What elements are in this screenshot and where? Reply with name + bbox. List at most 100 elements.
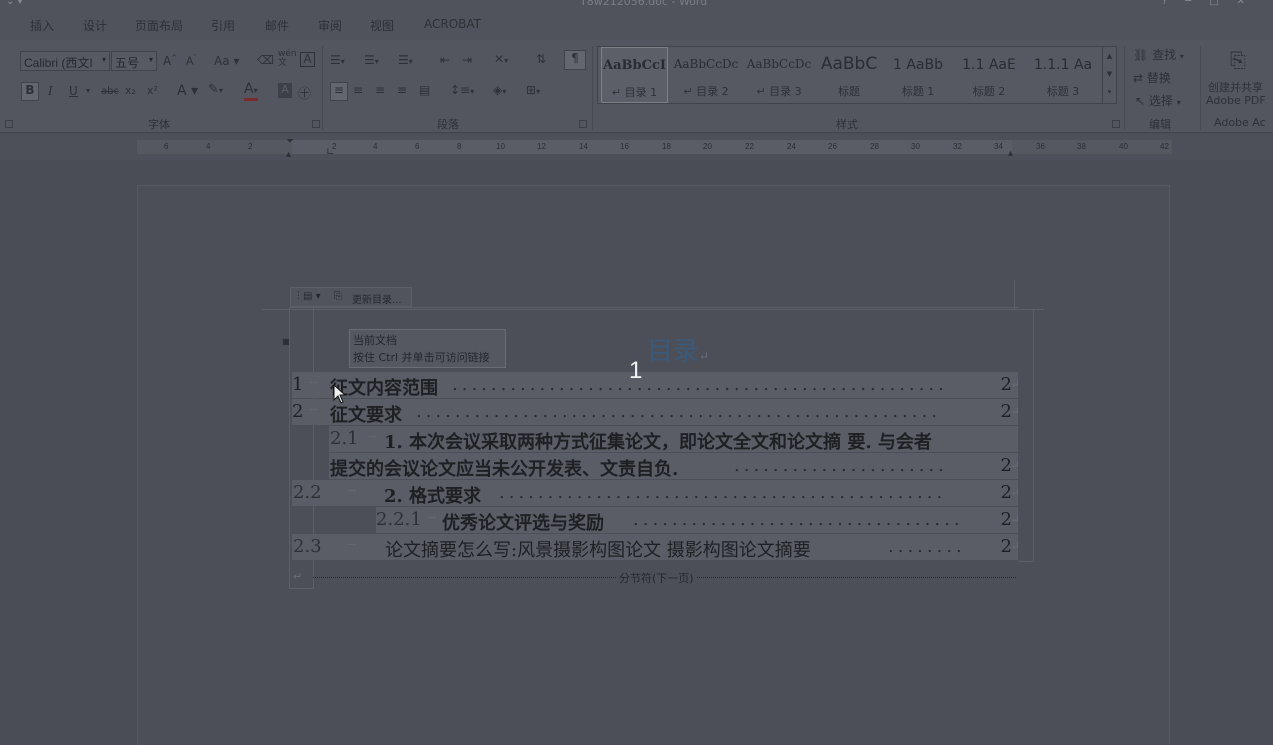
- toc-entry-text: 2. 格式要求: [384, 486, 482, 506]
- style-name: 标题: [838, 85, 860, 98]
- strikethrough-button[interactable]: abc: [101, 86, 119, 97]
- style-heading-2[interactable]: 1.1 AaE 标题 2: [954, 47, 1024, 103]
- tab-stop-icon[interactable]: ∟: [326, 147, 334, 158]
- update-toc-icon[interactable]: ⎘: [334, 291, 342, 302]
- tab-design[interactable]: 设计: [83, 17, 107, 34]
- tab-view[interactable]: 视图: [370, 17, 394, 34]
- underline-button[interactable]: U: [69, 84, 78, 98]
- window-title: T8w212056.doc - Word: [580, 0, 708, 8]
- create-pdf-label-2[interactable]: Adobe PDF: [1206, 94, 1266, 107]
- toc-leader: ..................................: [633, 509, 964, 530]
- phonetic-guide-button[interactable]: wén 文: [278, 50, 297, 68]
- style-sample: 1.1.1 Aa: [1033, 57, 1093, 73]
- first-line-indent-icon[interactable]: ⏷: [286, 136, 294, 147]
- grow-font-button[interactable]: A^: [163, 54, 177, 68]
- font-name-value: Calibri (西文I: [24, 56, 93, 70]
- ruler-tick: 2: [248, 142, 253, 151]
- show-marks-icon[interactable]: ¶: [564, 50, 586, 70]
- superscript-button[interactable]: x²: [147, 84, 158, 97]
- scroll-up-icon[interactable]: ▲: [1103, 47, 1116, 65]
- subscript-button[interactable]: x₂: [125, 84, 136, 97]
- multilevel-list-icon[interactable]: ☰▾: [398, 53, 413, 67]
- borders-icon[interactable]: ⊞▾: [526, 83, 540, 97]
- line-spacing-icon[interactable]: ↕≡▾: [450, 83, 474, 97]
- gallery-scroll[interactable]: ▲ ▼ ▾: [1102, 47, 1116, 103]
- highlight-icon[interactable]: ✎▾: [208, 82, 223, 97]
- tab-page-layout[interactable]: 页面布局: [135, 17, 183, 34]
- toc-control-tab[interactable]: ⋮ ▤ ▾ ⎘ 更新目录...: [290, 287, 412, 307]
- toc-leader: ......................: [734, 455, 948, 476]
- font-launcher-icon[interactable]: [312, 120, 320, 128]
- tab-arrow-icon: →: [367, 430, 377, 443]
- italic-button[interactable]: I: [48, 84, 53, 98]
- toc-entry-3[interactable]: 2.1 → 1. 本次会议采取两种方式征集论文，即论文全文和论文摘 要. 与会者: [329, 426, 1018, 452]
- tooltip-line-2: 按住 Ctrl 并单击可访问链接: [353, 351, 490, 364]
- align-right-icon[interactable]: ≡: [375, 83, 385, 97]
- more-styles-icon[interactable]: ▾: [1103, 83, 1116, 101]
- asian-layout-icon[interactable]: ✕▾: [494, 52, 508, 66]
- justify-icon[interactable]: ≡: [397, 83, 407, 97]
- distributed-icon[interactable]: ▤: [419, 83, 430, 97]
- select-button[interactable]: ↖ 选择 ▾: [1135, 92, 1181, 109]
- bold-button[interactable]: B: [21, 82, 39, 101]
- ruler-tick: 4: [373, 142, 378, 151]
- enclose-char-icon[interactable]: ㊉: [298, 83, 311, 102]
- tab-arrow-icon: →: [309, 376, 319, 389]
- clear-format-icon[interactable]: ⌫: [257, 53, 274, 67]
- update-toc-button[interactable]: 更新目录...: [352, 291, 402, 306]
- style-toc-2[interactable]: AaBbCcDc ↵ 目录 2: [671, 47, 741, 103]
- tab-review[interactable]: 审阅: [318, 17, 342, 34]
- char-shading-icon[interactable]: A: [278, 83, 292, 98]
- text-effects-icon[interactable]: A ▾: [177, 83, 198, 99]
- toc-menu-icon[interactable]: ▤ ▾: [303, 291, 321, 302]
- clipboard-launcher-icon[interactable]: [5, 120, 13, 128]
- styles-launcher-icon[interactable]: [1112, 120, 1120, 128]
- toc-entry-5[interactable]: 2.2.1 → 优秀论文评选与奖励 ......................…: [376, 507, 1018, 533]
- align-left-icon[interactable]: ≡: [330, 82, 348, 101]
- increase-indent-icon[interactable]: ⇥: [462, 53, 472, 67]
- pdf-share-icon[interactable]: ⎘: [1230, 48, 1246, 72]
- char-border-icon[interactable]: A: [300, 52, 315, 67]
- styles-gallery: AaBbCcI ↵ 目录 1 AaBbCcDc ↵ 目录 2 AaBbCcDc …: [597, 46, 1117, 104]
- style-title[interactable]: AaBbC 标题: [816, 47, 882, 103]
- scroll-down-icon[interactable]: ▼: [1103, 65, 1116, 83]
- toc-entry-1[interactable]: 1 → 征文内容范围 .............................…: [292, 372, 1018, 398]
- font-name-box[interactable]: Calibri (西文I ▾: [20, 51, 110, 71]
- paragraph-launcher-icon[interactable]: [579, 120, 587, 128]
- chevron-down-icon[interactable]: ▾: [86, 86, 90, 95]
- change-case-button[interactable]: Aa ▾: [214, 54, 239, 68]
- toc-entry-6[interactable]: 2.3 → 论文摘要怎么写:风景摄影构图论文 摄影构图论文摘要 ........…: [292, 534, 1018, 560]
- numbering-icon[interactable]: ☰▾: [364, 53, 379, 67]
- tab-insert[interactable]: 插入: [30, 17, 54, 34]
- style-toc-1[interactable]: AaBbCcI ↵ 目录 1: [601, 47, 668, 103]
- align-center-icon[interactable]: ≡: [353, 83, 363, 97]
- replace-label: 替换: [1146, 71, 1171, 85]
- tab-references[interactable]: 引用: [211, 17, 235, 34]
- style-toc-3[interactable]: AaBbCcDc ↵ 目录 3: [744, 47, 814, 103]
- shrink-font-button[interactable]: Aˇ: [186, 54, 197, 68]
- style-heading-1[interactable]: 1 AaBb 标题 1: [884, 47, 952, 103]
- create-pdf-label-1[interactable]: 创建并共享: [1208, 79, 1263, 95]
- replace-button[interactable]: ⇄ 替换: [1133, 69, 1171, 86]
- shading-icon[interactable]: ◈▾: [493, 83, 506, 97]
- hanging-indent-icon[interactable]: ▴: [286, 149, 291, 160]
- toc-entry-4[interactable]: 2.2 → 2. 格式要求 ..........................…: [292, 480, 1018, 506]
- font-size-value: 五号: [115, 56, 140, 70]
- decrease-indent-icon[interactable]: ⇤: [440, 53, 450, 67]
- font-color-button[interactable]: A▾: [244, 82, 258, 101]
- sort-icon[interactable]: ⇅: [536, 52, 546, 66]
- tab-mailings[interactable]: 邮件: [265, 17, 289, 34]
- font-size-box[interactable]: 五号 ▾: [111, 51, 157, 71]
- window-controls[interactable]: ?─□✕: [1162, 0, 1263, 7]
- paragraph-mark-icon: ↵: [293, 570, 303, 583]
- style-heading-3[interactable]: 1.1.1 Aa 标题 3: [1026, 47, 1100, 103]
- toc-entry-3-cont[interactable]: 提交的会议论文应当未公开发表、文责自负. ...................…: [329, 453, 1018, 479]
- drag-handle-icon[interactable]: ⋮: [294, 291, 303, 301]
- bullets-icon[interactable]: ☰▾: [330, 53, 345, 67]
- tab-acrobat[interactable]: ACROBAT: [424, 17, 481, 31]
- find-button[interactable]: ⛓ 查找 ▾: [1133, 46, 1184, 63]
- toc-entry-2[interactable]: 2 → 征文要求 ...............................…: [292, 399, 1018, 425]
- quick-access-toolbar[interactable]: ⌄ ▾: [6, 0, 23, 7]
- change-case-icon: Aa: [214, 54, 230, 68]
- right-indent-icon[interactable]: ▴: [1008, 148, 1013, 159]
